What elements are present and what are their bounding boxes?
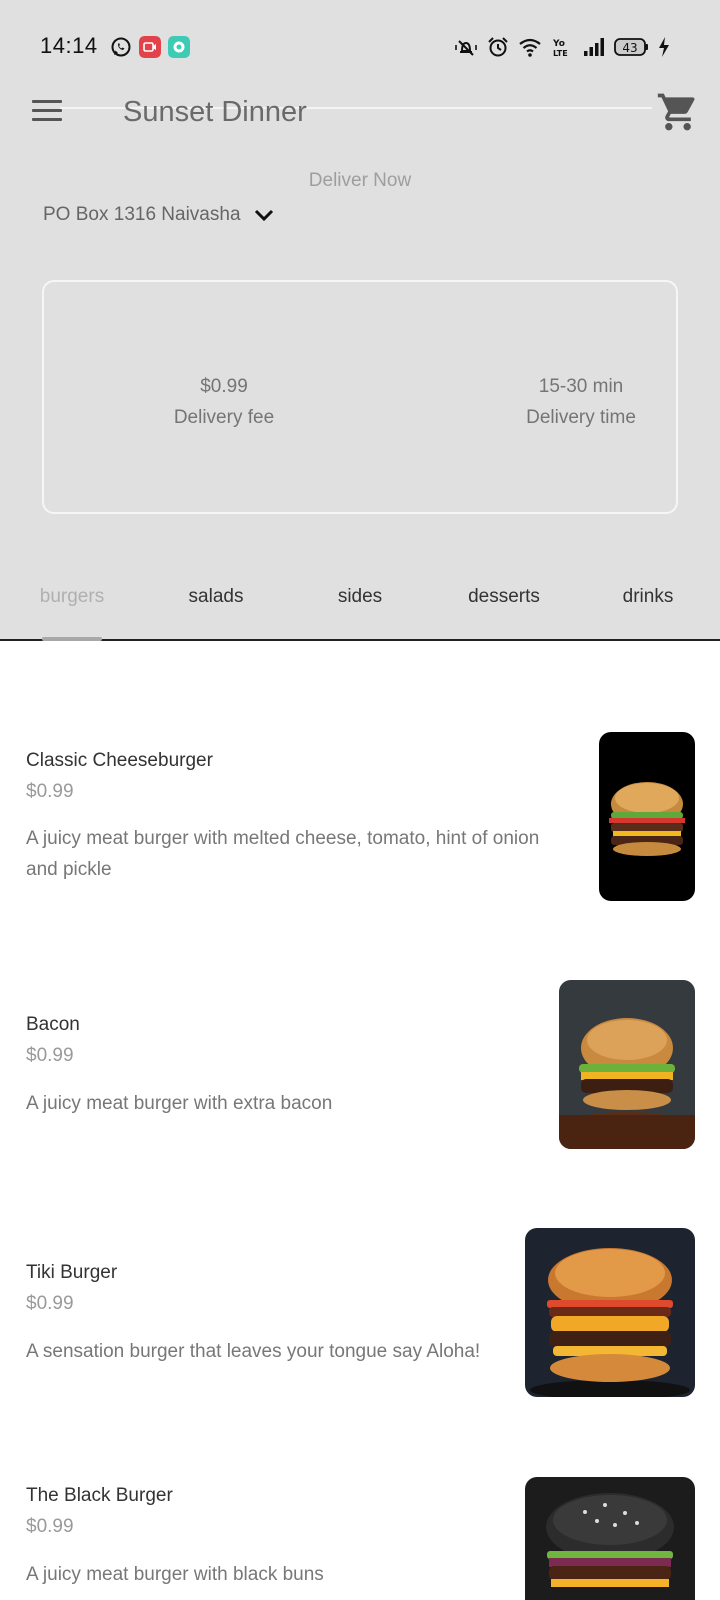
item-name: The Black Burger [26, 1485, 173, 1506]
active-tab-indicator [42, 637, 102, 641]
address-text: PO Box 1316 Naivasha [43, 204, 241, 225]
chat-app-icon [168, 36, 190, 58]
chevron-down-icon [254, 209, 273, 222]
tab-burgers[interactable]: burgers [12, 586, 132, 608]
item-description: A juicy meat burger with melted cheese, … [26, 828, 540, 880]
item-name: Bacon [26, 1014, 80, 1035]
tab-drinks[interactable]: drinks [588, 586, 708, 608]
item-description: A juicy meat burger with extra bacon [26, 1093, 333, 1114]
shopping-cart-icon[interactable] [656, 90, 700, 134]
charging-icon [659, 37, 669, 57]
tab-salads[interactable]: salads [156, 586, 276, 608]
status-icons: Yo LTE 43 [454, 36, 670, 58]
bacon-burger-image [559, 980, 695, 1149]
delivery-time-value: 15-30 min [538, 376, 624, 397]
item-description: A juicy meat burger with black buns [26, 1564, 324, 1585]
app-title: Sunset Dinner [123, 96, 307, 128]
delivery-fee-value: $0.99 [200, 376, 248, 397]
delivery-fee-label: Delivery fee [173, 407, 275, 428]
delivery-time-label: Delivery time [526, 407, 636, 428]
vibrate-mute-icon [455, 40, 477, 56]
menu-item[interactable]: The Black Burger $0.99 A juicy meat burg… [0, 1475, 720, 1600]
item-name: Tiki Burger [26, 1262, 118, 1283]
black-burger-image [525, 1477, 695, 1600]
svg-text:Yo: Yo [552, 39, 565, 49]
menu-item[interactable]: Classic Cheeseburger $0.99 A juicy meat … [0, 720, 720, 920]
category-tabs: burgers salads sides desserts drinks [0, 586, 720, 641]
delivery-mode-label[interactable]: Deliver Now [0, 170, 720, 192]
menu-item[interactable]: Bacon $0.99 A juicy meat burger with ext… [0, 980, 720, 1170]
wifi-icon [519, 38, 541, 57]
status-bar: 14:14 Yo LTE 43 [0, 0, 720, 92]
cheeseburger-image [599, 732, 695, 901]
item-description: A sensation burger that leaves your tong… [26, 1341, 481, 1362]
signal-icon [584, 38, 604, 56]
tiki-burger-image [525, 1228, 695, 1397]
svg-text:43: 43 [622, 41, 637, 55]
delivery-info-card: $0.99 Delivery fee 15-30 min Delivery ti… [42, 280, 678, 514]
alarm-icon [488, 37, 508, 57]
volte-icon: Yo LTE [552, 39, 568, 58]
address-selector[interactable]: PO Box 1316 Naivasha [43, 204, 275, 226]
item-price: $0.99 [26, 1516, 74, 1537]
item-price: $0.99 [26, 1293, 74, 1314]
item-price: $0.99 [26, 781, 74, 802]
svg-text:LTE: LTE [553, 49, 568, 58]
tab-desserts[interactable]: desserts [444, 586, 564, 608]
hamburger-menu-icon[interactable] [30, 96, 66, 126]
delivery-fee: $0.99 Delivery fee [104, 372, 344, 434]
video-recorder-icon [139, 36, 161, 58]
status-time: 14:14 [40, 33, 98, 58]
item-price: $0.99 [26, 1045, 74, 1066]
delivery-time: 15-30 min Delivery time [461, 372, 701, 434]
item-name: Classic Cheeseburger [26, 750, 213, 771]
battery-icon: 43 [614, 38, 648, 56]
menu-item[interactable]: Tiki Burger $0.99 A sensation burger tha… [0, 1228, 720, 1418]
tab-sides[interactable]: sides [300, 586, 420, 608]
whatsapp-icon [111, 37, 131, 57]
